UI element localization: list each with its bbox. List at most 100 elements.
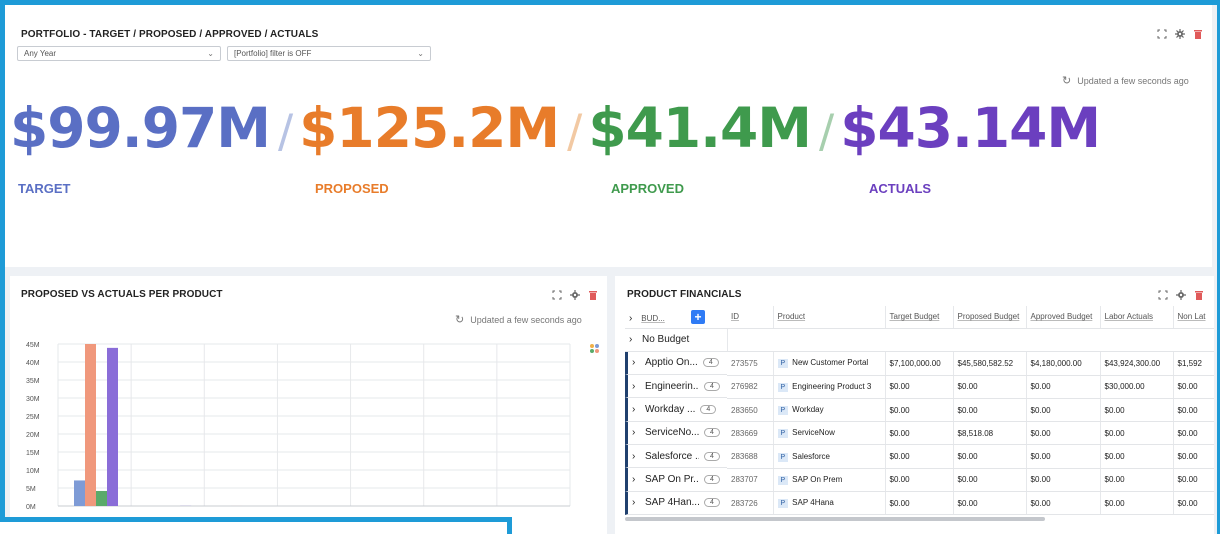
product-type-badge: P [777, 429, 789, 439]
product-cell[interactable]: P Workday [772, 398, 885, 423]
table-row[interactable]: › Workday ... 4 283650 P Workday $0.00 $0.00 $0.… [625, 398, 1214, 423]
product-name: Engineering Product 3 [792, 381, 872, 391]
target-budget-cell: $0.00 [884, 468, 953, 493]
filter-select-value: [Portfolio] filter is OFF [234, 49, 312, 58]
panel-title: PRODUCT FINANCIALS [627, 289, 742, 300]
portfolio-filter-select[interactable]: [Portfolio] filter is OFF ⌄ [227, 46, 431, 61]
column-header-non-labor[interactable]: Non Lat [1172, 306, 1214, 329]
legend-icon[interactable] [590, 344, 600, 354]
updated-status: ↻ Updated a few seconds ago [1062, 74, 1189, 87]
gear-icon[interactable] [1176, 290, 1186, 300]
column-header-target-budget[interactable]: Target Budget [884, 306, 953, 329]
approved-budget-cell: $0.00 [1025, 421, 1100, 446]
approved-value: $41.4M [588, 96, 812, 160]
non-labor-cell: $0.00 [1172, 468, 1214, 493]
column-header-approved-budget[interactable]: Approved Budget [1025, 306, 1100, 329]
y-tick-label: 0M [26, 504, 36, 511]
year-select[interactable]: Any Year ⌄ [17, 46, 221, 61]
group-row-no-budget[interactable]: › No Budget [625, 328, 1214, 353]
chevron-right-icon: › [632, 357, 636, 369]
group-cell[interactable]: › Apptio On... 4 [625, 351, 727, 376]
overlapping-widget-frame [0, 517, 512, 534]
proposed-budget-cell: $8,518.08 [952, 421, 1026, 446]
id-cell: 283726 [727, 491, 773, 516]
non-labor-cell: $0.00 [1172, 375, 1214, 399]
trash-icon[interactable] [1193, 29, 1203, 39]
count-badge: 4 [704, 428, 720, 438]
product-cell[interactable]: P SAP On Prem [772, 468, 885, 493]
y-tick-label: 25M [26, 414, 40, 421]
expand-icon[interactable] [1157, 29, 1167, 39]
chart-bar [85, 344, 96, 506]
expand-icon[interactable] [1158, 290, 1168, 300]
id-cell: 276982 [727, 375, 773, 399]
group-header[interactable]: › BUD... + [625, 306, 727, 329]
product-type-badge: P [777, 475, 789, 485]
labor-actuals-cell: $0.00 [1099, 468, 1173, 493]
group-cell[interactable]: › ServiceNo... 4 [625, 421, 727, 445]
chevron-right-icon: › [632, 404, 636, 416]
separator-slash: / [277, 105, 294, 158]
target-value: $99.97M [10, 96, 271, 160]
target-budget-cell: $0.00 [884, 491, 953, 516]
group-cell[interactable]: › SAP 4Han... 4 [625, 491, 727, 515]
horizontal-scrollbar[interactable] [625, 517, 1045, 521]
proposed-value: $125.2M [299, 96, 560, 160]
target-budget-cell: $0.00 [884, 444, 953, 469]
add-group-icon[interactable]: + [691, 309, 706, 324]
approved-budget-cell: $4,180,000.00 [1025, 351, 1100, 376]
table-row[interactable]: › Engineerin... 4 276982 P Engineering Produc… [625, 375, 1214, 399]
non-labor-cell: $0.00 [1172, 444, 1214, 469]
group-cell[interactable]: › Engineerin... 4 [625, 375, 727, 399]
id-cell: 283650 [727, 398, 773, 423]
product-cell[interactable]: P ServiceNow [772, 421, 885, 446]
y-tick-label: 45M [26, 342, 40, 349]
trash-icon[interactable] [1194, 290, 1204, 300]
gear-icon[interactable] [1175, 29, 1185, 39]
group-cell[interactable]: › SAP On Pr... 4 [625, 468, 727, 492]
product-cell[interactable]: P SAP 4Hana [772, 491, 885, 516]
group-cell[interactable]: › No Budget [625, 329, 727, 352]
y-tick-label: 15M [26, 450, 40, 457]
table-row[interactable]: › SAP On Pr... 4 283707 P SAP On Prem $0.00 $0.… [625, 468, 1214, 493]
proposed-budget-cell: $0.00 [952, 398, 1026, 423]
chart-bar [74, 480, 85, 506]
proposed-vs-actuals-panel: PROPOSED VS ACTUALS PER PRODUCT ↻ Update… [10, 276, 607, 534]
product-cell[interactable]: P Salesforce [772, 444, 885, 469]
id-cell: 283669 [727, 421, 773, 446]
count-badge: 4 [704, 451, 720, 461]
refresh-icon[interactable]: ↻ [1062, 74, 1071, 87]
count-badge: 4 [704, 381, 720, 391]
column-header-id[interactable]: ID [727, 306, 773, 329]
table-row[interactable]: › SAP 4Han... 4 283726 P SAP 4Hana $0.00 $0.00 $… [625, 491, 1214, 516]
group-cell[interactable]: › Salesforce ... 4 [625, 444, 727, 469]
product-cell[interactable]: P New Customer Portal [772, 351, 885, 376]
group-label: SAP 4Han... [645, 497, 699, 509]
proposed-budget-cell: $0.00 [952, 468, 1026, 493]
labor-actuals-cell: $30,000.00 [1099, 375, 1173, 399]
bar-chart: 45M 40M 35M 30M 25M 20M 15M 10M 5M 0M [26, 342, 571, 511]
non-labor-cell: $0.00 [1172, 421, 1214, 446]
group-cell[interactable]: › Workday ... 4 [625, 398, 727, 422]
kpi-row: $99.97M / $125.2M / $41.4M / $43.14M [10, 96, 1101, 160]
table-row[interactable]: › ServiceNo... 4 283669 P ServiceNow $0.00 $8,5… [625, 421, 1214, 446]
chevron-right-icon: › [632, 473, 636, 485]
group-label: Workday ... [645, 404, 696, 416]
id-cell: 283688 [727, 444, 773, 469]
column-header-proposed-budget[interactable]: Proposed Budget [952, 306, 1026, 329]
column-header-labor-actuals[interactable]: Labor Actuals [1099, 306, 1173, 329]
group-label: No Budget [642, 334, 690, 346]
table-row[interactable]: › Apptio On... 4 273575 P New Customer Portal… [625, 351, 1214, 376]
count-badge: 4 [700, 405, 717, 415]
table-header-row: › BUD... + ID Product Target Budget Prop… [625, 306, 1214, 329]
product-cell[interactable]: P Engineering Product 3 [772, 375, 885, 399]
table-row[interactable]: › Salesforce ... 4 283688 P Salesforce $0.00 $0… [625, 444, 1214, 469]
column-header-product[interactable]: Product [772, 306, 885, 329]
target-budget-cell: $7,100,000.00 [884, 351, 953, 376]
approved-budget-cell: $0.00 [1025, 444, 1100, 469]
target-budget-cell: $0.00 [884, 375, 953, 399]
year-select-value: Any Year [24, 49, 57, 58]
chart-bar [96, 490, 107, 506]
proposed-label: PROPOSED [315, 181, 389, 196]
separator-slash: / [567, 105, 583, 158]
